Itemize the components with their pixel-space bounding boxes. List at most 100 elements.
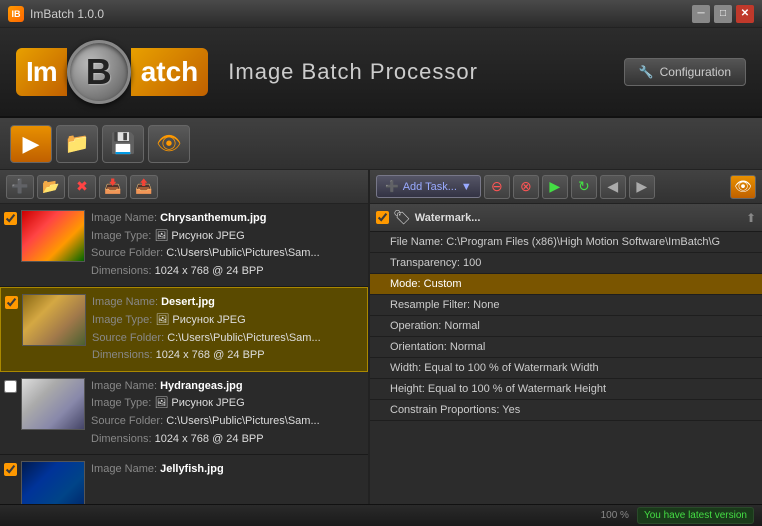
import-icon: 📥 (104, 178, 121, 195)
logo-b-ring: B (67, 40, 131, 104)
export-icon: 📤 (135, 178, 152, 195)
preview-button[interactable]: 👁 (148, 125, 190, 163)
folder-icon: 📁 (65, 131, 90, 156)
task-row-resample-label: Resample Filter: None (390, 299, 499, 311)
task-row-transparency-label: Transparency: 100 (390, 257, 481, 269)
remove-file-icon: ✖ (76, 178, 88, 195)
file-toolbar: ➕ 📂 ✖ 📥 📤 (0, 170, 368, 204)
logo-b-container: B (67, 40, 131, 104)
task-section-check[interactable] (376, 211, 389, 224)
cancel-task-icon: ⊗ (520, 178, 532, 195)
task-row-width[interactable]: Width: Equal to 100 % of Watermark Width (370, 358, 762, 379)
task-row-width-label: Width: Equal to 100 % of Watermark Width (390, 362, 599, 374)
eye-icon: 👁 (156, 131, 181, 156)
task-row-operation-label: Operation: Normal (390, 320, 480, 332)
task-list: 🏷 Watermark... ⬆ File Name: C:\Program F… (370, 204, 762, 504)
task-row-resample[interactable]: Resample Filter: None (370, 295, 762, 316)
logo-im: Im (16, 48, 67, 96)
task-row-height[interactable]: Height: Equal to 100 % of Watermark Heig… (370, 379, 762, 400)
remove-file-button[interactable]: ✖ (68, 175, 96, 199)
add-task-label: Add Task... (403, 181, 457, 193)
save-button[interactable]: 💾 (102, 125, 144, 163)
remove-task-icon: ⊖ (491, 178, 503, 195)
refresh-task-icon: ↻ (578, 178, 590, 195)
logo-atch: atch (131, 48, 209, 96)
file-check-desert[interactable] (5, 296, 18, 309)
task-row-mode[interactable]: Mode: Custom (370, 274, 762, 295)
config-label: Configuration (660, 65, 731, 79)
title-bar: IB ImBatch 1.0.0 ─ □ ✕ (0, 0, 762, 28)
task-row-operation[interactable]: Operation: Normal (370, 316, 762, 337)
header: Im B atch Image Batch Processor 🔧 Config… (0, 28, 762, 118)
status-bar: 100 % You have latest version (0, 504, 762, 526)
minimize-button[interactable]: ─ (692, 5, 710, 23)
play-icon: ▶ (23, 131, 40, 157)
maximize-button[interactable]: □ (714, 5, 732, 23)
logo-area: Im B atch Image Batch Processor (16, 40, 478, 104)
add-folder-button[interactable]: 📂 (37, 175, 65, 199)
file-check-chrysanthemum[interactable] (4, 212, 17, 225)
task-row-constrain[interactable]: Constrain Proportions: Yes (370, 400, 762, 421)
close-button[interactable]: ✕ (736, 5, 754, 23)
file-list: Image Name: Chrysanthemum.jpg Image Type… (0, 204, 368, 504)
task-eye-button[interactable]: 👁 (730, 175, 756, 199)
add-file-button[interactable]: ➕ (6, 175, 34, 199)
task-row-height-label: Height: Equal to 100 % of Watermark Heig… (390, 383, 606, 395)
title-bar-text: ImBatch 1.0.0 (30, 7, 104, 21)
file-thumb-chrysanthemum (21, 210, 85, 262)
file-item-chrysanthemum[interactable]: Image Name: Chrysanthemum.jpg Image Type… (0, 204, 368, 287)
zoom-level: 100 % (601, 510, 629, 521)
config-icon: 🔧 (639, 65, 654, 79)
task-btn-extra1[interactable]: ◀ (600, 175, 626, 199)
file-check-jellyfish[interactable] (4, 463, 17, 476)
play-button[interactable]: ▶ (10, 125, 52, 163)
save-icon: 💾 (111, 131, 136, 156)
add-folder-icon: 📂 (42, 178, 59, 195)
task-row-constrain-label: Constrain Proportions: Yes (390, 404, 520, 416)
refresh-task-button[interactable]: ↻ (571, 175, 597, 199)
task-row-orientation[interactable]: Orientation: Normal (370, 337, 762, 358)
app-icon: IB (8, 6, 24, 22)
task-row-transparency[interactable]: Transparency: 100 (370, 253, 762, 274)
add-task-button[interactable]: ➕ Add Task... ▼ (376, 175, 481, 198)
file-item-hydrangeas[interactable]: Image Name: Hydrangeas.jpg Image Type: 🖼… (0, 372, 368, 455)
task-row-mode-label: Mode: Custom (390, 278, 462, 290)
task-section-title: Watermark... (415, 212, 746, 224)
import-button[interactable]: 📥 (99, 175, 127, 199)
add-task-arrow: ▼ (461, 181, 472, 193)
file-thumb-jellyfish (21, 461, 85, 504)
task-btn-extra2[interactable]: ▶ (629, 175, 655, 199)
title-bar-left: IB ImBatch 1.0.0 (8, 6, 104, 22)
watermark-icon: 🏷 (393, 209, 411, 226)
left-panel: ➕ 📂 ✖ 📥 📤 Image Name: Chrysanthemum.jpg (0, 170, 370, 504)
right-panel: ➕ Add Task... ▼ ⊖ ⊗ ▶ ↻ ◀ ▶ 👁 (370, 170, 762, 504)
status-latest: You have latest version (637, 507, 754, 524)
add-file-icon: ➕ (11, 178, 28, 195)
add-task-icon: ➕ (385, 180, 399, 193)
play-task-icon: ▶ (549, 178, 560, 195)
cancel-task-button[interactable]: ⊗ (513, 175, 539, 199)
task-row-filename[interactable]: File Name: C:\Program Files (x86)\High M… (370, 232, 762, 253)
file-info-hydrangeas: Image Name: Hydrangeas.jpg Image Type: 🖼… (91, 378, 364, 448)
file-check-hydrangeas[interactable] (4, 380, 17, 393)
play-task-button[interactable]: ▶ (542, 175, 568, 199)
file-thumb-desert (22, 294, 86, 346)
file-info-jellyfish: Image Name: Jellyfish.jpg (91, 461, 364, 479)
remove-task-button[interactable]: ⊖ (484, 175, 510, 199)
task-row-orientation-label: Orientation: Normal (390, 341, 485, 353)
configuration-button[interactable]: 🔧 Configuration (624, 58, 746, 86)
file-thumb-hydrangeas (21, 378, 85, 430)
main-toolbar: ▶ 📁 💾 👁 (0, 118, 762, 170)
file-item-desert[interactable]: Image Name: Desert.jpg Image Type: 🖼 Рис… (0, 287, 368, 371)
task-section-watermark[interactable]: 🏷 Watermark... ⬆ (370, 204, 762, 232)
task-eye-icon: 👁 (734, 178, 752, 195)
file-info-chrysanthemum: Image Name: Chrysanthemum.jpg Image Type… (91, 210, 364, 280)
app-title: Image Batch Processor (228, 59, 478, 85)
file-info-desert: Image Name: Desert.jpg Image Type: 🖼 Рис… (92, 294, 363, 364)
logo-b-letter: B (86, 51, 112, 93)
export-button[interactable]: 📤 (130, 175, 158, 199)
task-toolbar: ➕ Add Task... ▼ ⊖ ⊗ ▶ ↻ ◀ ▶ 👁 (370, 170, 762, 204)
file-item-jellyfish[interactable]: Image Name: Jellyfish.jpg (0, 455, 368, 504)
title-bar-controls: ─ □ ✕ (692, 5, 754, 23)
open-folder-button[interactable]: 📁 (56, 125, 98, 163)
